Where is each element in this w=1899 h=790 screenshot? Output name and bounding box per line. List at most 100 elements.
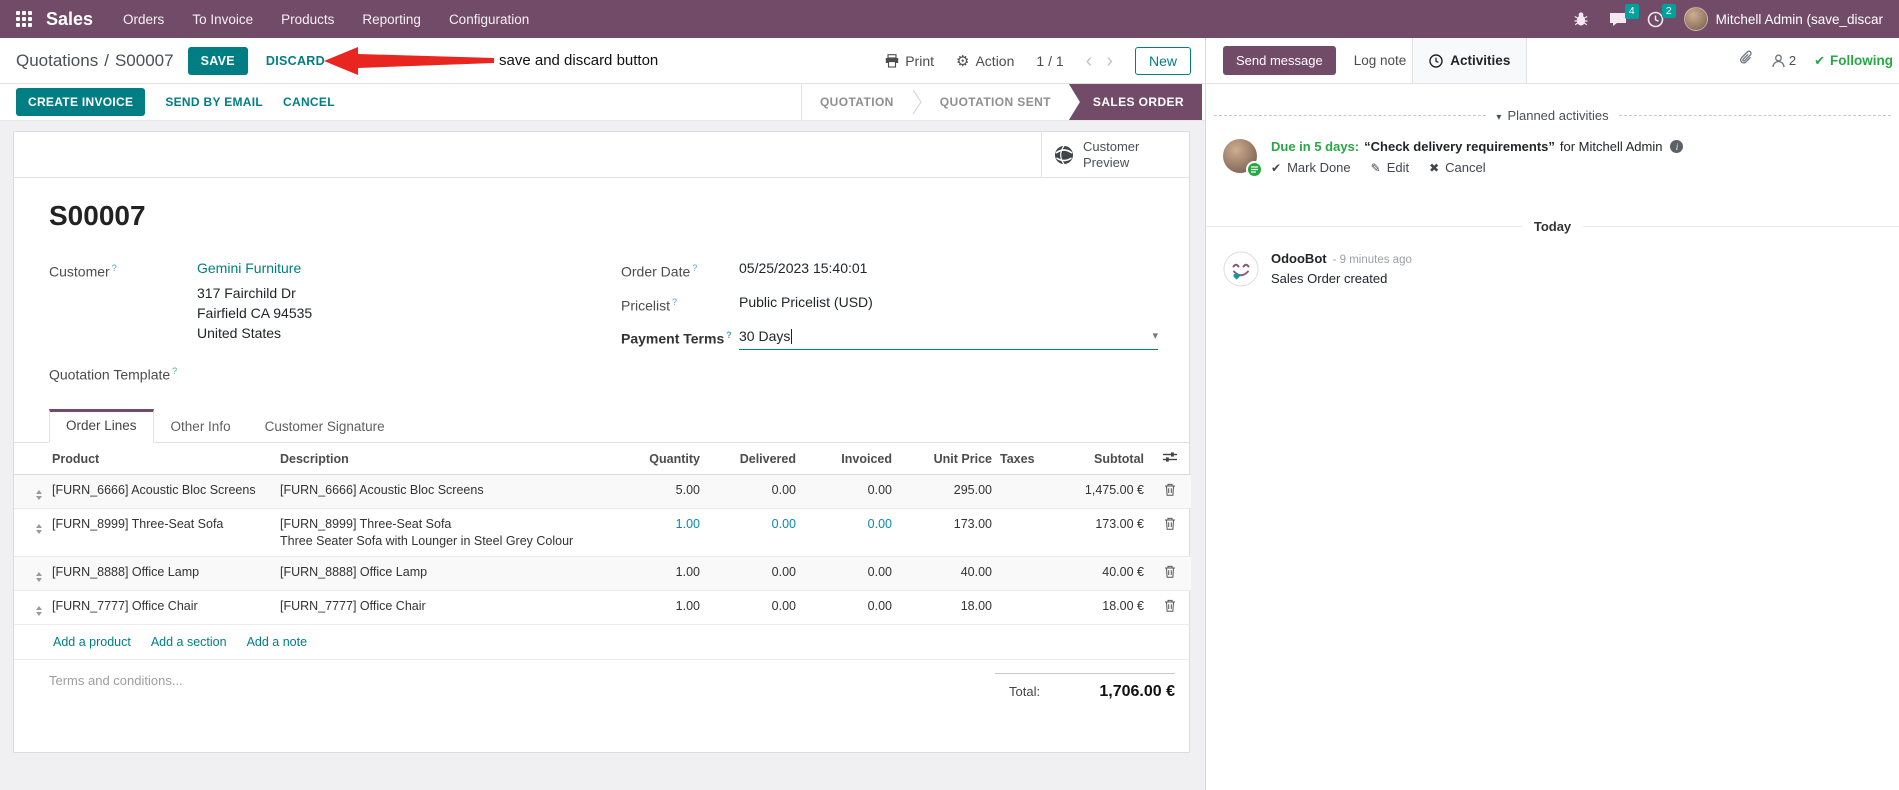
tab-other-info[interactable]: Other Info xyxy=(154,409,248,443)
col-taxes[interactable]: Taxes xyxy=(996,443,1056,476)
optional-columns-button[interactable] xyxy=(1148,443,1191,476)
cell-description: [FURN_8888] Office Lamp xyxy=(276,556,628,592)
app-name[interactable]: Sales xyxy=(46,9,93,30)
activities-clock-icon[interactable]: 2 xyxy=(1647,3,1676,28)
message-body: Sales Order created xyxy=(1271,271,1388,286)
menu-to-invoice[interactable]: To Invoice xyxy=(192,12,253,27)
help-marker: ? xyxy=(726,330,732,341)
user-menu[interactable]: Mitchell Admin (save_discar xyxy=(1683,7,1883,31)
cancel-activity-button[interactable]: ✖ Cancel xyxy=(1429,160,1486,175)
cell-delivered: 0.00 xyxy=(704,508,800,558)
cell-quantity: 1.00 xyxy=(628,508,704,558)
send-by-email-button[interactable]: SEND BY EMAIL xyxy=(165,95,263,109)
cell-quantity: 1.00 xyxy=(628,556,704,592)
drag-handle-icon[interactable] xyxy=(18,490,42,501)
user-avatar xyxy=(1683,7,1708,31)
total-box: Total: 1,706.00 € xyxy=(995,673,1175,701)
activity-due: Due in 5 days: xyxy=(1271,139,1360,154)
attachment-button[interactable] xyxy=(1739,50,1754,71)
cell-subtotal: 1,475.00 € xyxy=(1056,474,1148,510)
trash-icon[interactable] xyxy=(1164,483,1176,499)
trash-icon[interactable] xyxy=(1164,599,1176,615)
menu-products[interactable]: Products xyxy=(281,12,334,27)
col-description[interactable]: Description xyxy=(276,443,628,476)
followers-button[interactable]: 2 xyxy=(1772,53,1796,68)
cell-unit-price: 18.00 xyxy=(896,590,996,626)
drag-handle-icon[interactable] xyxy=(18,524,42,535)
step-quotation-sent[interactable]: QUOTATION SENT xyxy=(922,84,1069,120)
menu-reporting[interactable]: Reporting xyxy=(362,12,421,27)
terms-and-conditions-field[interactable]: Terms and conditions... xyxy=(14,673,183,688)
info-icon[interactable]: i xyxy=(1670,140,1684,153)
tab-customer-signature[interactable]: Customer Signature xyxy=(248,409,402,443)
user-name: Mitchell Admin (save_discar xyxy=(1715,11,1883,27)
activities-tab[interactable]: Activities xyxy=(1412,38,1528,83)
col-quantity[interactable]: Quantity xyxy=(628,443,704,476)
order-date-value[interactable]: 05/25/2023 15:40:01 xyxy=(739,258,867,283)
help-marker: ? xyxy=(172,365,178,376)
discard-button[interactable]: DISCARD xyxy=(266,54,325,68)
activity-type-badge-icon xyxy=(1246,161,1263,178)
followers-count: 2 xyxy=(1788,53,1797,68)
create-invoice-button[interactable]: CREATE INVOICE xyxy=(16,88,146,116)
message-author[interactable]: OdooBot xyxy=(1271,251,1327,266)
col-subtotal[interactable]: Subtotal xyxy=(1056,443,1148,476)
add-a-product-link[interactable]: Add a product xyxy=(53,635,131,649)
print-button[interactable]: Print xyxy=(885,53,934,69)
help-marker: ? xyxy=(672,296,678,307)
customer-value[interactable]: Gemini Furniture xyxy=(197,258,301,283)
step-sales-order[interactable]: SALES ORDER xyxy=(1068,84,1202,120)
today-label: Today xyxy=(1533,219,1572,234)
menu-orders[interactable]: Orders xyxy=(123,12,164,27)
drag-handle-icon[interactable] xyxy=(18,572,42,583)
log-note-button[interactable]: Log note xyxy=(1354,53,1407,68)
col-delivered[interactable]: Delivered xyxy=(704,443,800,476)
trash-icon[interactable] xyxy=(1164,517,1176,533)
payment-terms-input[interactable]: 30 Days ▾ xyxy=(739,325,1158,350)
chatter-topbar: Send message Log note Activities 2 ✔ Fol… xyxy=(1206,38,1899,84)
send-message-button[interactable]: Send message xyxy=(1223,46,1336,75)
table-footer-links: Add a product Add a section Add a note xyxy=(14,625,1189,661)
pricelist-value[interactable]: Public Pricelist (USD) xyxy=(739,292,873,317)
sheet-topbar: Customer Preview xyxy=(14,132,1189,178)
sale-order-sheet: Customer Preview S00007 Customer? Gemini… xyxy=(13,131,1191,753)
save-button[interactable]: SAVE xyxy=(187,46,248,75)
mark-done-button[interactable]: ✔ Mark Done xyxy=(1271,160,1351,175)
dropdown-caret-icon[interactable]: ▾ xyxy=(1152,326,1158,347)
action-button[interactable]: ⚙ Action xyxy=(956,52,1014,70)
customer-preview-button[interactable]: Customer Preview xyxy=(1041,132,1189,177)
bug-icon[interactable] xyxy=(1573,11,1589,27)
trash-icon[interactable] xyxy=(1164,565,1176,581)
pager-next-icon[interactable]: › xyxy=(1106,51,1113,71)
order-line-row[interactable]: [FURN_7777] Office Chair [FURN_7777] Off… xyxy=(14,590,1191,626)
step-quotation[interactable]: QUOTATION xyxy=(802,84,912,120)
cell-taxes xyxy=(996,508,1056,558)
col-product[interactable]: Product xyxy=(48,443,276,476)
cancel-button[interactable]: CANCEL xyxy=(283,95,335,109)
help-marker: ? xyxy=(692,263,698,273)
planned-activities-toggle[interactable]: ▾ Planned activities xyxy=(1496,108,1608,123)
cell-product: [FURN_8999] Three-Seat Sofa xyxy=(48,508,276,558)
col-unit-price[interactable]: Unit Price xyxy=(896,443,996,476)
pager-prev-icon[interactable]: ‹ xyxy=(1086,51,1093,71)
add-a-note-link[interactable]: Add a note xyxy=(247,635,307,649)
messages-icon[interactable]: 4 xyxy=(1609,4,1639,27)
cell-delivered: 0.00 xyxy=(704,474,800,510)
form-pane: Quotations / S00007 SAVE DISCARD save and … xyxy=(0,38,1205,790)
col-invoiced[interactable]: Invoiced xyxy=(800,443,896,476)
edit-activity-button[interactable]: ✎ Edit xyxy=(1371,160,1409,175)
drag-handle-icon[interactable] xyxy=(18,606,42,617)
apps-grid-icon[interactable] xyxy=(16,11,32,27)
add-a-section-link[interactable]: Add a section xyxy=(151,635,227,649)
breadcrumb: Quotations / S00007 xyxy=(16,51,174,71)
text-cursor xyxy=(791,329,793,345)
menu-configuration[interactable]: Configuration xyxy=(449,12,529,27)
tab-order-lines[interactable]: Order Lines xyxy=(49,409,154,444)
following-button[interactable]: ✔ Following xyxy=(1814,53,1893,69)
order-line-row[interactable]: [FURN_8999] Three-Seat Sofa [FURN_8999] … xyxy=(14,508,1191,558)
order-line-row[interactable]: [FURN_6666] Acoustic Bloc Screens [FURN_… xyxy=(14,474,1191,510)
order-line-row[interactable]: [FURN_8888] Office Lamp [FURN_8888] Offi… xyxy=(14,556,1191,592)
cell-invoiced: 0.00 xyxy=(800,508,896,558)
breadcrumb-quotations[interactable]: Quotations xyxy=(16,51,98,70)
new-button[interactable]: New xyxy=(1134,46,1191,75)
